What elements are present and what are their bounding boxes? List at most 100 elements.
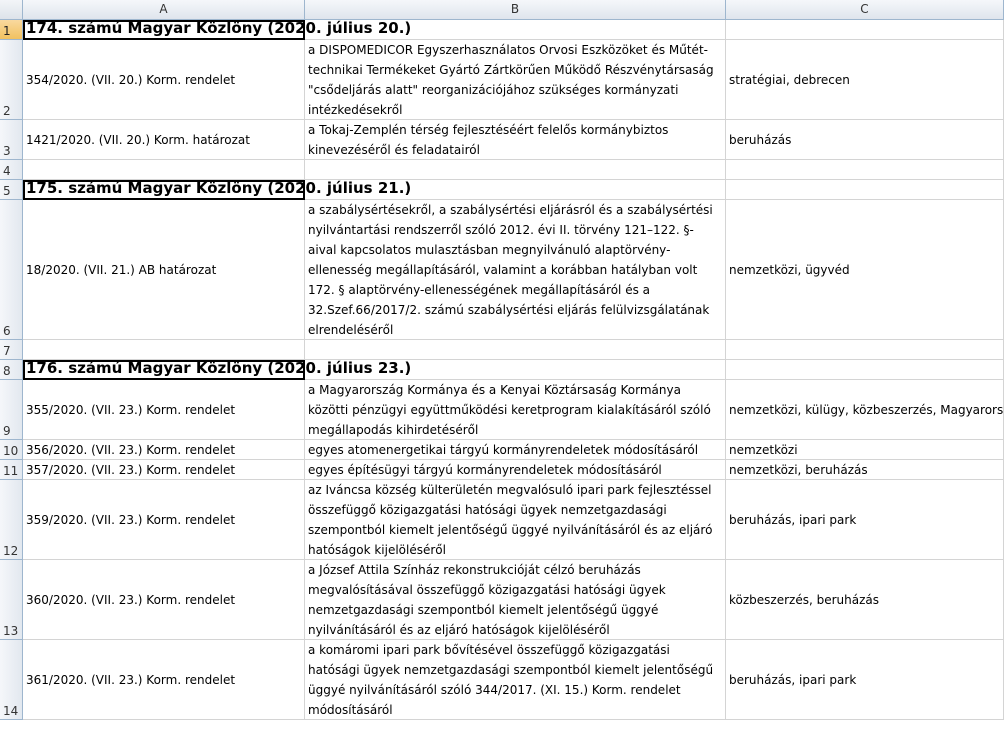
cell-text: a komáromi ipari park bővítésével összef…	[308, 642, 714, 717]
cell-text: 18/2020. (VII. 21.) AB határozat	[26, 262, 217, 277]
cell-text: 355/2020. (VII. 23.) Korm. rendelet	[26, 402, 236, 417]
cell-c[interactable]: beruházás, ipari park	[726, 640, 1004, 720]
cell-text: 361/2020. (VII. 23.) Korm. rendelet	[26, 672, 236, 687]
cell-text: nemzetközi	[729, 442, 798, 457]
cell-b[interactable]: az Iváncsa község külterületén megvalósu…	[305, 480, 726, 560]
cell-text: beruházás, ipari park	[729, 512, 857, 527]
cell-text: 357/2020. (VII. 23.) Korm. rendelet	[26, 462, 236, 477]
cell-a[interactable]: 355/2020. (VII. 23.) Korm. rendelet	[23, 380, 305, 440]
column-header-a[interactable]: A	[23, 0, 305, 20]
cell-text: 356/2020. (VII. 23.) Korm. rendelet	[26, 442, 236, 457]
cell-text: beruházás, ipari park	[729, 672, 857, 687]
row-header[interactable]: 9	[0, 380, 23, 440]
cell-text: 354/2020. (VII. 20.) Korm. rendelet	[26, 72, 236, 87]
table-row: 8 176. számú Magyar Közlöny (2020. július…	[0, 359, 1004, 380]
column-header-row: A B C	[0, 0, 1004, 20]
table-row: 13 360/2020. (VII. 23.) Korm. rendelet a J…	[0, 560, 1004, 640]
cell-b[interactable]	[305, 340, 726, 360]
cell-text: a Tokaj-Zemplén térség fejlesztéséért fe…	[308, 122, 669, 157]
row-header[interactable]: 6	[0, 200, 23, 340]
cell-a[interactable]: 176. számú Magyar Közlöny (2020. július …	[23, 359, 411, 380]
cell-c[interactable]: nemzetközi	[726, 440, 1004, 460]
cell-a[interactable]: 354/2020. (VII. 20.) Korm. rendelet	[23, 40, 305, 120]
row-header[interactable]: 12	[0, 480, 23, 560]
cell-c[interactable]: nemzetközi, beruházás	[726, 460, 1004, 480]
cell-text: 175. számú Magyar Közlöny (2020. július …	[26, 179, 412, 197]
cell-b[interactable]: a szabálysértésekről, a szabálysértési e…	[305, 200, 726, 340]
column-header-c[interactable]: C	[726, 0, 1004, 20]
cell-b[interactable]: a József Attila Színház rekonstrukcióját…	[305, 560, 726, 640]
cell-a[interactable]: 175. számú Magyar Közlöny (2020. július …	[23, 179, 411, 200]
cell-text: a Magyarország Kormánya és a Kenyai Közt…	[308, 382, 711, 437]
row-header[interactable]: 14	[0, 640, 23, 720]
table-row: 12 359/2020. (VII. 23.) Korm. rendelet az …	[0, 480, 1004, 560]
cell-a[interactable]: 359/2020. (VII. 23.) Korm. rendelet	[23, 480, 305, 560]
table-row: 10 356/2020. (VII. 23.) Korm. rendelet egy…	[0, 440, 1004, 460]
cell-a[interactable]: 1421/2020. (VII. 20.) Korm. határozat	[23, 120, 305, 160]
cell-grid: 1 174. számú Magyar Közlöny (2020. július…	[0, 19, 1004, 720]
cell-a[interactable]: 360/2020. (VII. 23.) Korm. rendelet	[23, 560, 305, 640]
cell-a[interactable]: 18/2020. (VII. 21.) AB határozat	[23, 200, 305, 340]
cell-c[interactable]: stratégiai, debrecen	[726, 40, 1004, 120]
select-all-corner[interactable]	[0, 0, 23, 20]
table-row: 9 355/2020. (VII. 23.) Korm. rendelet a Ma…	[0, 380, 1004, 440]
cell-text: beruházás	[729, 132, 792, 147]
row-header[interactable]: 3	[0, 120, 23, 160]
cell-c[interactable]: közbeszerzés, beruházás	[726, 560, 1004, 640]
cell-c[interactable]: nemzetközi, külügy, közbeszerzés, Magyar…	[726, 380, 1004, 440]
cell-text: 360/2020. (VII. 23.) Korm. rendelet	[26, 592, 236, 607]
cell-text: egyes atomenergetikai tárgyú kormányrend…	[308, 442, 699, 457]
row-header[interactable]: 11	[0, 460, 23, 480]
cell-c[interactable]: nemzetközi, ügyvéd	[726, 200, 1004, 340]
cell-c[interactable]	[726, 20, 1004, 40]
cell-text: nemzetközi, külügy, közbeszerzés, Magyar…	[729, 402, 1004, 417]
cell-a[interactable]: 356/2020. (VII. 23.) Korm. rendelet	[23, 440, 305, 460]
cell-text: 174. számú Magyar Közlöny (2020. július …	[26, 19, 412, 37]
cell-c[interactable]	[726, 360, 1004, 380]
cell-text: 359/2020. (VII. 23.) Korm. rendelet	[26, 512, 236, 527]
row-header[interactable]: 1	[0, 20, 23, 40]
cell-c[interactable]	[726, 160, 1004, 180]
cell-a[interactable]	[23, 160, 305, 180]
row-header[interactable]: 13	[0, 560, 23, 640]
cell-b[interactable]: a Magyarország Kormánya és a Kenyai Közt…	[305, 380, 726, 440]
row-header[interactable]: 2	[0, 40, 23, 120]
cell-b[interactable]	[305, 160, 726, 180]
cell-c[interactable]	[726, 180, 1004, 200]
table-row: 5 175. számú Magyar Közlöny (2020. július…	[0, 179, 1004, 200]
cell-text: 176. számú Magyar Közlöny (2020. július …	[26, 359, 412, 377]
cell-text: a József Attila Színház rekonstrukcióját…	[308, 562, 666, 637]
row-header[interactable]: 7	[0, 340, 23, 360]
table-row: 2 354/2020. (VII. 20.) Korm. rendelet a DI…	[0, 40, 1004, 120]
cell-b[interactable]: a DISPOMEDICOR Egyszerhasználatos Orvosi…	[305, 40, 726, 120]
column-header-b[interactable]: B	[305, 0, 726, 20]
cell-b[interactable]: a Tokaj-Zemplén térség fejlesztéséért fe…	[305, 120, 726, 160]
row-header[interactable]: 4	[0, 160, 23, 180]
table-row: 3 1421/2020. (VII. 20.) Korm. határozat a …	[0, 120, 1004, 160]
cell-a[interactable]: 357/2020. (VII. 23.) Korm. rendelet	[23, 460, 305, 480]
cell-c[interactable]: beruházás	[726, 120, 1004, 160]
cell-b[interactable]: egyes építésügyi tárgyú kormányrendelete…	[305, 460, 726, 480]
row-header[interactable]: 5	[0, 180, 23, 200]
cell-c[interactable]	[726, 340, 1004, 360]
cell-b[interactable]: a komáromi ipari park bővítésével összef…	[305, 640, 726, 720]
row-header[interactable]: 10	[0, 440, 23, 460]
cell-a[interactable]: 174. számú Magyar Közlöny (2020. július …	[23, 19, 411, 40]
cell-a[interactable]: 361/2020. (VII. 23.) Korm. rendelet	[23, 640, 305, 720]
cell-text: stratégiai, debrecen	[729, 72, 850, 87]
table-row: 7	[0, 340, 1004, 360]
table-row: 14 361/2020. (VII. 23.) Korm. rendelet a k…	[0, 640, 1004, 720]
table-row: 1 174. számú Magyar Közlöny (2020. július…	[0, 19, 1004, 40]
cell-c[interactable]: beruházás, ipari park	[726, 480, 1004, 560]
cell-text: egyes építésügyi tárgyú kormányrendelete…	[308, 462, 662, 477]
cell-text: nemzetközi, beruházás	[729, 462, 868, 477]
cell-a[interactable]	[23, 340, 305, 360]
cell-b[interactable]: egyes atomenergetikai tárgyú kormányrend…	[305, 440, 726, 460]
spreadsheet: A B C 1 174. számú Magyar Közlöny (2020. …	[0, 0, 1004, 739]
table-row: 4	[0, 160, 1004, 180]
cell-text: közbeszerzés, beruházás	[729, 592, 879, 607]
cell-text: 1421/2020. (VII. 20.) Korm. határozat	[26, 132, 250, 147]
cell-text: az Iváncsa község külterületén megvalósu…	[308, 482, 713, 557]
row-header[interactable]: 8	[0, 360, 23, 380]
cell-text: a DISPOMEDICOR Egyszerhasználatos Orvosi…	[308, 42, 714, 117]
